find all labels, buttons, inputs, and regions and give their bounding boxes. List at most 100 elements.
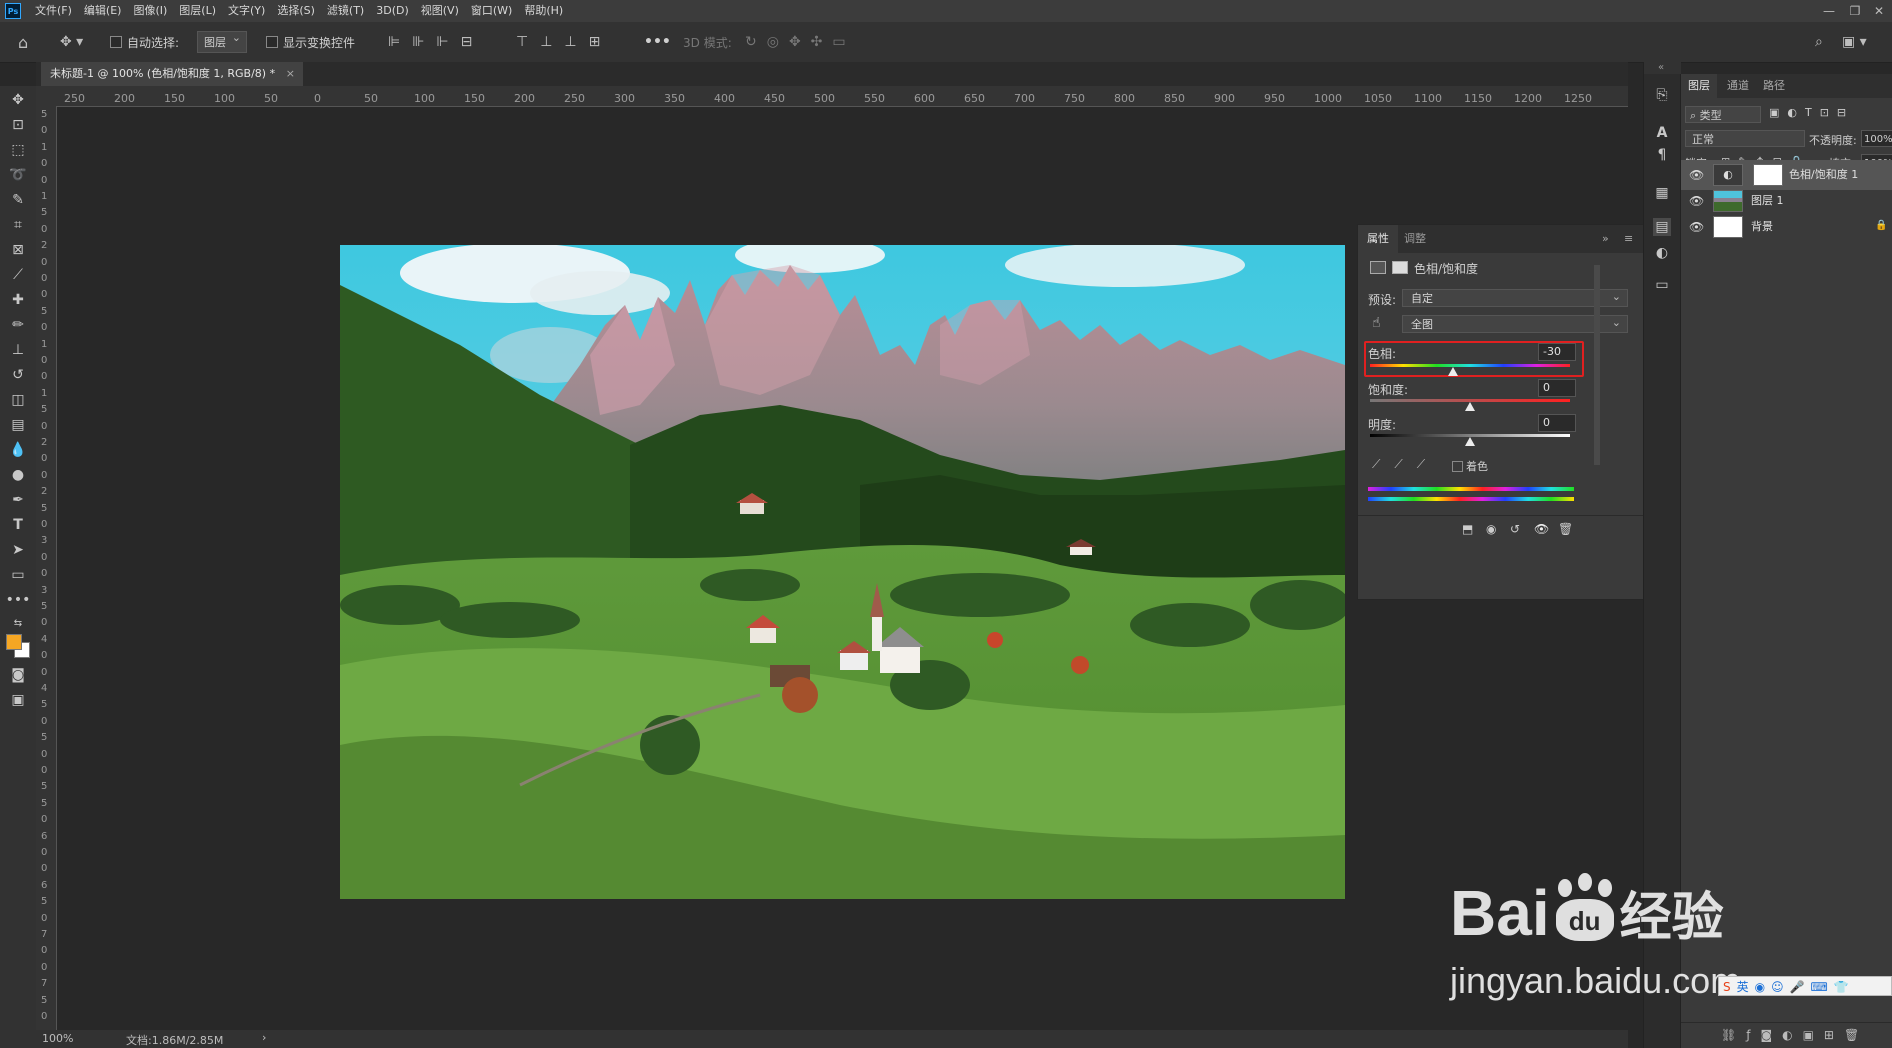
eye-icon[interactable]: 👁	[1689, 194, 1704, 208]
hue-value-input[interactable]: -30	[1538, 343, 1576, 361]
libraries-panel-icon[interactable]: ▭	[1653, 276, 1671, 294]
layer-name[interactable]: 背景	[1751, 212, 1773, 242]
tab-adjustments[interactable]: 调整	[1404, 225, 1426, 253]
paragraph-panel-icon[interactable]: ¶	[1653, 146, 1671, 164]
gradient-tool-icon[interactable]: ▤	[7, 414, 29, 436]
history-panel-icon[interactable]: ⎘	[1653, 86, 1671, 104]
tab-layers[interactable]: 图层	[1681, 74, 1717, 98]
colorize-checkbox[interactable]	[1452, 461, 1463, 472]
eyedropper-icons[interactable]: ⟋⟋⟋	[1372, 457, 1439, 472]
lightness-value-input[interactable]: 0	[1538, 414, 1576, 432]
hue-slider-thumb[interactable]	[1448, 367, 1459, 376]
restore-icon[interactable]: ❐	[1842, 0, 1868, 22]
move-tool-options-icon[interactable]: ✥ ▾	[60, 22, 83, 62]
rectangle-tool-icon[interactable]: ▭	[7, 564, 29, 586]
search-icon[interactable]: ⌕	[1815, 22, 1823, 62]
eye-icon[interactable]: 👁	[1689, 220, 1704, 234]
menu-file[interactable]: 文件(F)	[29, 0, 78, 22]
eyedropper-tool-icon[interactable]: ⟋	[7, 264, 29, 286]
panel-menu-icon[interactable]: ≡	[1624, 225, 1633, 253]
auto-select-checkbox[interactable]: 自动选择:	[110, 22, 179, 62]
menu-layer[interactable]: 图层(L)	[173, 0, 222, 22]
history-brush-icon[interactable]: ↺	[7, 364, 29, 386]
workspace-icon[interactable]: ▣ ▾	[1842, 22, 1867, 62]
tab-channels[interactable]: 通道	[1727, 74, 1749, 98]
tab-paths[interactable]: 路径	[1763, 74, 1785, 98]
foreground-color-swatch[interactable]	[6, 634, 22, 650]
lightness-slider-thumb[interactable]	[1465, 437, 1475, 446]
hue-slider-track[interactable]	[1370, 364, 1570, 367]
type-tool-icon[interactable]: T	[7, 514, 29, 536]
blend-mode-dropdown[interactable]: 正常	[1685, 130, 1805, 147]
document-tab-title: 未标题-1 @ 100% (色相/饱和度 1, RGB/8) *	[50, 67, 276, 80]
menu-select[interactable]: 选择(S)	[271, 0, 321, 22]
dodge-tool-icon[interactable]: ●	[7, 464, 29, 486]
brush-tool-icon[interactable]: ✏	[7, 314, 29, 336]
align-icons[interactable]: ⊫⊪⊩⊟	[388, 22, 484, 62]
blur-tool-icon[interactable]: 💧	[7, 439, 29, 461]
view-previous-icon[interactable]: ◉	[1486, 522, 1496, 536]
zoom-level[interactable]: 100%	[42, 1032, 73, 1045]
mask-icon[interactable]	[1392, 261, 1408, 274]
status-menu-arrow[interactable]: ›	[262, 1031, 266, 1044]
show-transform-checkbox[interactable]: 显示变换控件	[266, 22, 355, 62]
properties-panel-icon[interactable]: ▤	[1653, 218, 1671, 236]
healing-brush-icon[interactable]: ✚	[7, 289, 29, 311]
more-tools-icon[interactable]: •••	[6, 589, 31, 611]
more-options-button[interactable]: •••	[644, 22, 671, 62]
ruler-v-tick-label: 0	[41, 256, 48, 268]
screen-mode-icon[interactable]: ▣	[7, 689, 29, 711]
layer-filter-dropdown[interactable]: ⌕ 类型	[1685, 106, 1761, 123]
close-tab-icon[interactable]: ×	[286, 62, 295, 86]
distribute-icons[interactable]: ⊤⊥⊥⊞	[516, 22, 612, 62]
move-tool-icon[interactable]: ✥	[7, 89, 29, 111]
close-icon[interactable]: ✕	[1866, 0, 1892, 22]
swatches-panel-icon[interactable]: ▦	[1653, 184, 1671, 202]
expand-dock-icon[interactable]: «	[1658, 62, 1664, 73]
clip-to-layer-icon[interactable]: ⬒	[1462, 522, 1473, 536]
lasso-tool-icon[interactable]: ➰	[7, 164, 29, 186]
collapse-panel-icon[interactable]: »	[1602, 225, 1609, 253]
menu-type[interactable]: 文字(Y)	[222, 0, 271, 22]
minimize-icon[interactable]: —	[1816, 0, 1842, 22]
reset-icon[interactable]: ↺	[1510, 522, 1520, 536]
layers-footer-icons[interactable]: ⛓ƒ◙◐▣⊞🗑	[1681, 1022, 1892, 1048]
menu-filter[interactable]: 滤镜(T)	[321, 0, 370, 22]
menu-help[interactable]: 帮助(H)	[518, 0, 569, 22]
crop-tool-icon[interactable]: ⌗	[7, 214, 29, 236]
layer-row-background[interactable]: 👁 背景 🔒	[1681, 212, 1892, 242]
eye-icon[interactable]: 👁	[1689, 168, 1704, 182]
adjustments-panel-icon[interactable]: ◐	[1653, 244, 1671, 262]
quick-mask-icon[interactable]: ◙	[7, 664, 29, 686]
menu-edit[interactable]: 编辑(E)	[78, 0, 128, 22]
3d-mode-icons[interactable]: ↻◎✥✣▭	[745, 22, 856, 62]
saturation-value-input[interactable]: 0	[1538, 379, 1576, 397]
quick-select-tool-icon[interactable]: ✎	[7, 189, 29, 211]
visibility-icon[interactable]: 👁	[1534, 522, 1549, 536]
layer-filter-icons[interactable]: ▣◐T⊡⊟	[1769, 106, 1854, 119]
delete-adjustment-icon[interactable]: 🗑	[1558, 522, 1573, 536]
menu-3d[interactable]: 3D(D)	[370, 0, 415, 22]
document-tab[interactable]: 未标题-1 @ 100% (色相/饱和度 1, RGB/8) * ×	[41, 62, 303, 86]
path-select-icon[interactable]: ➤	[7, 539, 29, 561]
target-adjust-hand-icon[interactable]: ☝	[1372, 315, 1381, 331]
pen-tool-icon[interactable]: ✒	[7, 489, 29, 511]
layer-mask-thumbnail[interactable]	[1753, 164, 1783, 186]
marquee-tool-icon[interactable]: ⬚	[7, 139, 29, 161]
artboard-tool-icon[interactable]: ⊡	[7, 114, 29, 136]
menu-window[interactable]: 窗口(W)	[465, 0, 518, 22]
properties-scrollbar[interactable]	[1594, 265, 1600, 465]
swap-colors-icon[interactable]: ⇆	[7, 612, 29, 634]
saturation-slider-thumb[interactable]	[1465, 402, 1475, 411]
ime-toolbar[interactable]: S英◉☺🎤⌨👕	[1718, 976, 1892, 996]
eraser-tool-icon[interactable]: ◫	[7, 389, 29, 411]
frame-tool-icon[interactable]: ⊠	[7, 239, 29, 261]
tab-properties[interactable]: 属性	[1358, 225, 1398, 253]
menu-image[interactable]: 图像(I)	[127, 0, 173, 22]
auto-select-target-dropdown[interactable]: 图层	[197, 31, 247, 53]
home-icon[interactable]: ⌂	[18, 22, 28, 62]
character-panel-icon[interactable]: A	[1653, 124, 1671, 142]
menu-view[interactable]: 视图(V)	[415, 0, 465, 22]
opacity-input[interactable]: 100%	[1861, 130, 1892, 147]
stamp-tool-icon[interactable]: ⊥	[7, 339, 29, 361]
